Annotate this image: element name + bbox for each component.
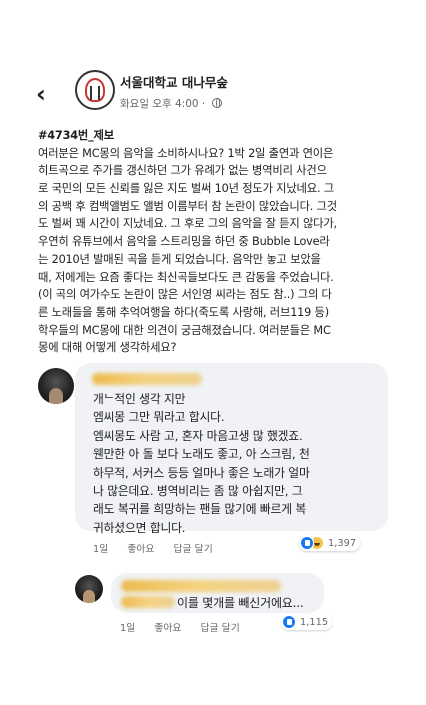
reply-text-redacted [121,596,175,608]
post-header: ‹ 서울대학교 대나무숲 화요일 오후 4:00 · [0,70,426,130]
post-tag[interactable]: #4734번_제보 [38,127,388,145]
comment-reply-button[interactable]: 답글 달기 [174,544,213,555]
comment-line: 개ᄂ적인 생각 지만 [93,392,186,406]
comment-line: 귀하셨으면 합니다. [93,520,186,535]
reply-reactions[interactable]: 1,115 [281,614,333,630]
post-line: (이 곡의 여가수도 논란이 많은 서인영 씨라는 점도 참..) 그의 다 [38,288,332,302]
back-arrow-icon[interactable]: ‹ [36,80,46,108]
post-meta: 화요일 오후 4:00 · [120,96,222,111]
commenter-avatar[interactable] [38,368,74,404]
comment-actions: 1일 좋아요 답글 달기 [93,541,229,555]
post-line: 로 국민의 모든 신뢰를 잃은 지도 벌써 10년 정도가 지났네요. 그 [38,182,334,196]
globe-icon [211,98,222,108]
comment-line: 엠씨몽도 사람 고, 혼자 마음고생 많 했겠죠. [93,428,303,443]
post-line: 몽에 대해 어떻게 생각하세요? [38,341,177,355]
reaction-count: 1,115 [300,616,329,628]
like-reaction-icon [300,536,314,550]
reply-time: 1일 [120,623,136,634]
commenter-name-redacted [92,373,202,385]
reply-reply-button[interactable]: 답글 달기 [201,623,240,634]
post-line: 학우들의 MC몽에 대한 의견이 궁금해졌습니다. 여러분들은 MC [38,323,331,337]
comment-line: 나 많은데요. 병역비리는 좀 많 아쉽지만, 그 [93,483,303,498]
reply-actions: 1일 좋아요 답글 달기 [120,620,256,634]
comment-line: 하무적, 서커스 등등 얼마나 좋은 노래가 얼마 [93,465,310,480]
meta-separator: · [201,98,206,110]
post-line: 는 2010년 발매된 곡을 듣게 되었습니다. 음악만 놓고 보았을 [38,252,321,266]
post-line: 우연히 유튜브에서 음악을 스트리밍을 하던 중 Bubble Love라 [38,235,330,249]
comment-line: 웬만한 아 돌 보다 노래도 좋고, 아 스크림, 천 [93,447,310,462]
reply-text: 이를 몇개를 빼신거에요... [177,596,304,610]
comment-line: 래도 복귀를 희망하는 팬들 많기에 빠르게 복 [93,502,307,517]
post-line: 도 벌써 꽤 시간이 지났네요. 그 후로 그의 음악을 잘 듣지 않다가, [38,217,337,231]
post-time[interactable]: 화요일 오후 4:00 [120,98,199,110]
post-line: 른 노래들을 통해 추억여행을 하다(죽도록 사랑해, 러브119 등) [38,305,329,319]
post-line: 때, 저에게는 요즘 좋다는 최신곡들보다도 큰 감동을 주었습니다. [38,270,334,284]
comment-reactions[interactable]: 1,397 [299,535,361,551]
page-avatar[interactable] [75,70,115,110]
reply-avatar[interactable] [75,575,103,603]
comment-text: 개ᄂ적인 생각 지만 엠씨몽 그만 뭐라고 합시다. 엠씨몽도 사람 고, 혼자… [93,390,310,537]
reaction-pill[interactable]: 1,115 [281,614,333,630]
page-name[interactable]: 서울대학교 대나무숲 [120,72,228,91]
post-body: #4734번_제보 여러분은 MC몽의 음악을 소비하시나요? 1박 2일 출연… [38,127,388,357]
like-reaction-icon [282,615,296,629]
reaction-pill[interactable]: 1,397 [299,535,361,551]
post-line: 여러분은 MC몽의 음악을 소비하시나요? 1박 2일 출연과 연이은 [38,146,334,160]
comment-line: 엠씨몽 그만 뭐라고 합시다. [93,410,225,425]
post-line: 의 공백 후 컴백앨범도 앨범 이름부터 참 논란이 많았습니다. 그것 [38,199,337,213]
reply-name-redacted [121,580,281,592]
reply-like-button[interactable]: 좋아요 [154,623,181,634]
post-line: 히트곡으로 주가를 갱신하던 그가 유례가 없는 병역비리 사건으 [38,164,327,178]
reaction-count: 1,397 [328,537,357,549]
comment-like-button[interactable]: 좋아요 [127,544,154,555]
comment-time: 1일 [93,544,109,555]
page-logo-mark-inner [90,86,100,100]
